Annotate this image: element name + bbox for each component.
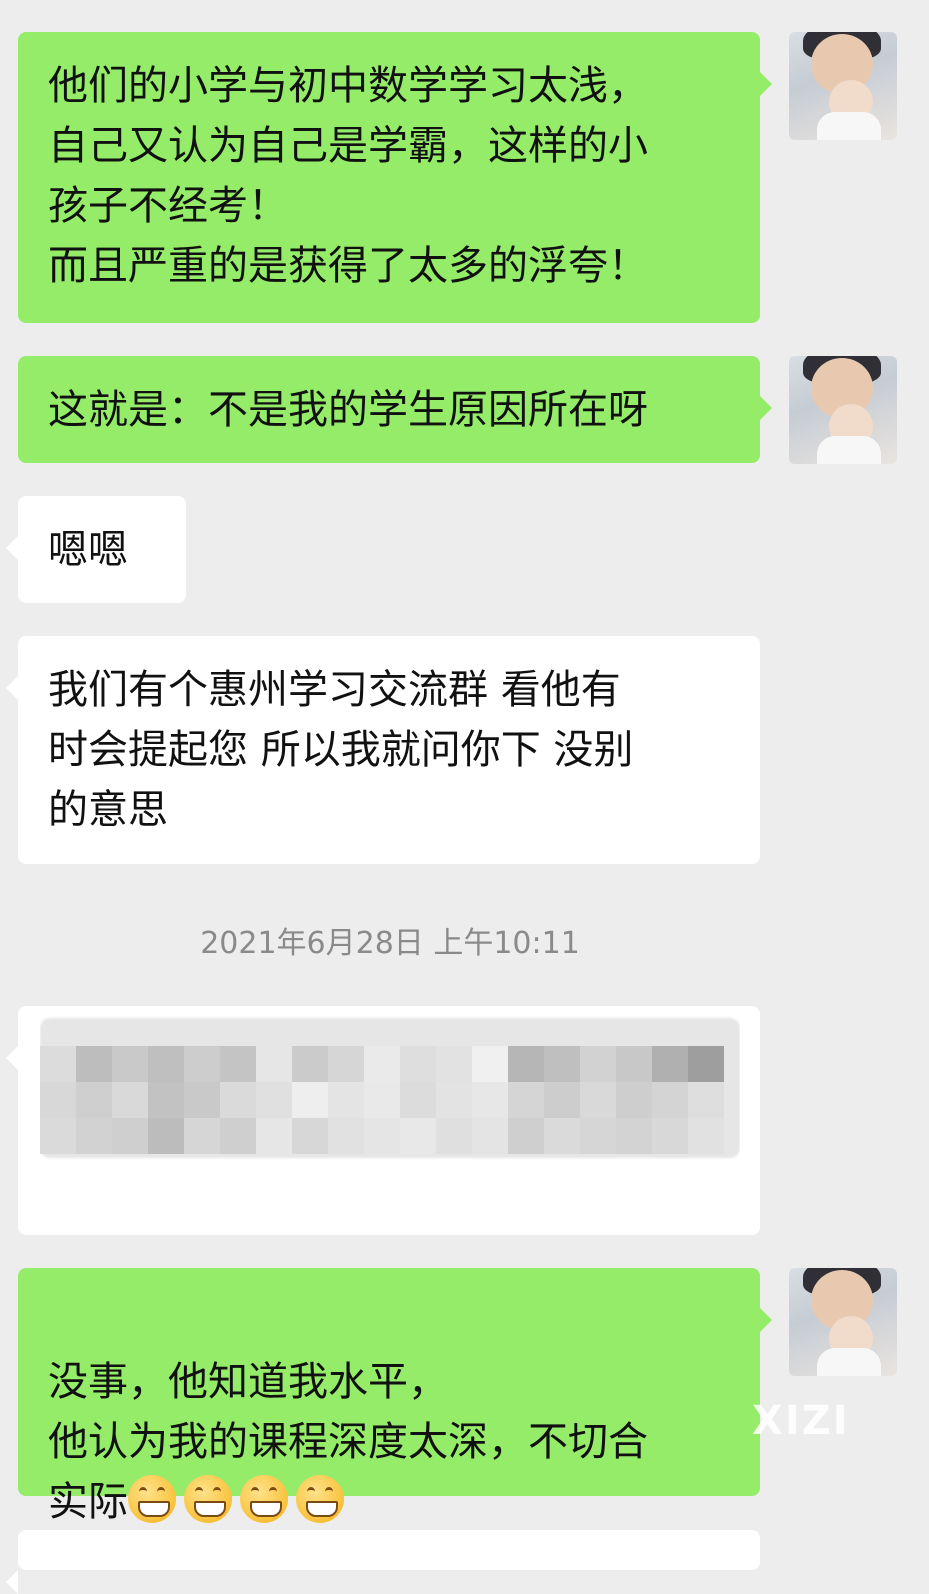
avatar[interactable]: [789, 32, 897, 140]
grin-emoji-icon: [296, 1475, 344, 1523]
message-bubble-outgoing[interactable]: 这就是：不是我的学生原因所在呀: [18, 356, 772, 463]
emoji-group: [128, 1475, 352, 1525]
message-bubble-outgoing[interactable]: 他们的小学与初中数学学习太浅， 自己又认为自己是学霸，这样的小 孩子不经考！ 而…: [18, 32, 772, 323]
message-bubble-incoming-redacted[interactable]: [6, 1006, 760, 1235]
message-bubble-incoming-partial[interactable]: [6, 1530, 760, 1594]
timestamp: 2021年6月28日 上午10:11: [200, 926, 580, 961]
message-bubble-incoming[interactable]: 我们有个惠州学习交流群 看他有 时会提起您 所以我就问你下 没别 的意思: [6, 636, 760, 864]
avatar[interactable]: [789, 356, 897, 464]
redacted-content: [40, 1010, 740, 1210]
grin-emoji-icon: [128, 1475, 176, 1523]
message-bubble-incoming[interactable]: 嗯嗯: [6, 496, 186, 603]
message-bubble-outgoing[interactable]: 没事，他知道我水平， 他认为我的课程深度太深，不切合 实际: [18, 1268, 772, 1525]
avatar[interactable]: [789, 1268, 897, 1376]
watermark-logo: XIZI: [752, 1398, 850, 1444]
grin-emoji-icon: [240, 1475, 288, 1523]
grin-emoji-icon: [184, 1475, 232, 1523]
